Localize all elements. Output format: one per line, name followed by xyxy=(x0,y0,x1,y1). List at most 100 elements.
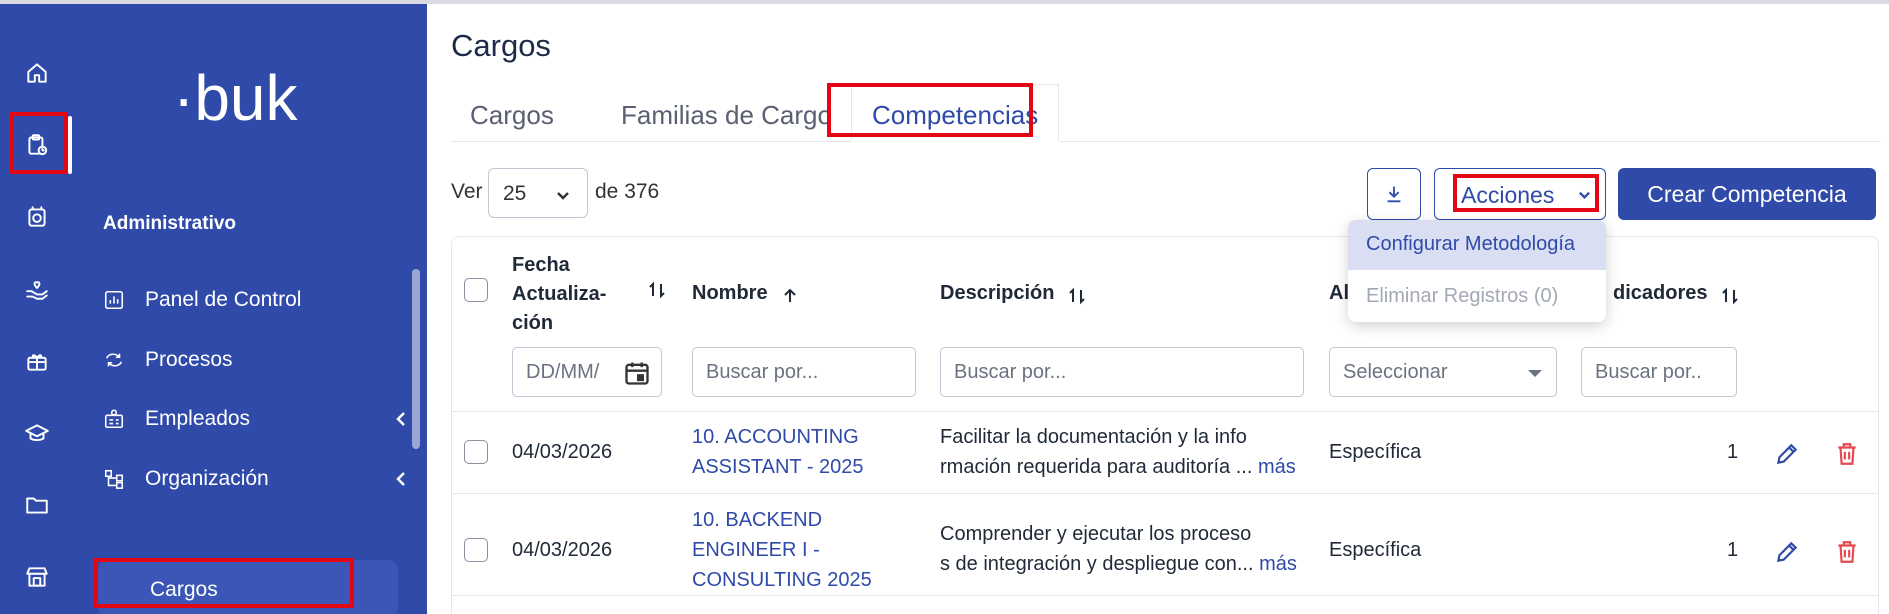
tab-bar: Cargos Familias de Cargo Competencias xyxy=(451,84,1881,142)
employees-icon xyxy=(104,409,124,429)
buk-logo: ·buk· xyxy=(173,68,303,134)
row-divider xyxy=(452,411,1878,412)
row-checkbox[interactable] xyxy=(464,440,488,464)
alcance-filter-placeholder: Seleccionar xyxy=(1343,361,1448,383)
safe-icon[interactable] xyxy=(18,198,56,236)
tab-familias-de-cargo[interactable]: Familias de Cargo xyxy=(621,100,832,131)
row-descripcion: Facilitar la documentación y la info rma… xyxy=(940,422,1296,482)
folder-icon[interactable] xyxy=(18,486,56,524)
select-all-checkbox[interactable] xyxy=(464,278,488,302)
row-descripcion-line1: Comprender y ejecutar los proceso xyxy=(940,523,1252,545)
gift-icon[interactable] xyxy=(18,342,56,380)
sidebar: ·buk· Administrativo Panel de Control Pr… xyxy=(73,4,427,614)
header-nombre[interactable]: Nombre xyxy=(692,279,799,308)
header-fecha-line2: Actualiza- xyxy=(512,283,607,305)
row-alcance: Específica xyxy=(1329,539,1422,561)
row-descripcion-line1: Facilitar la documentación y la info xyxy=(940,426,1247,448)
row-nombre-line1: 10. BACKEND xyxy=(692,509,823,531)
tab-cargos[interactable]: Cargos xyxy=(470,100,554,131)
page-title: Cargos xyxy=(451,28,551,63)
section-title: Administrativo xyxy=(103,213,237,234)
store-icon[interactable] xyxy=(18,558,56,596)
nav-label: Empleados xyxy=(145,407,251,430)
hand-heart-icon[interactable] xyxy=(18,270,56,308)
more-link[interactable]: más xyxy=(1258,456,1296,478)
sort-icon xyxy=(1068,285,1086,305)
indicadores-filter-input[interactable]: Buscar por.. xyxy=(1581,347,1737,397)
header-fecha-line1: Fecha xyxy=(512,254,570,276)
nombre-filter-input[interactable]: Buscar por... xyxy=(692,347,916,397)
competencias-table: Fecha Actualiza- ción Nombre Descripción… xyxy=(451,236,1879,614)
menu-item-eliminar-registros: Eliminar Registros (0) xyxy=(1348,272,1606,322)
sort-icon[interactable] xyxy=(648,281,666,299)
chevron-left-icon xyxy=(396,412,405,426)
row-descripcion: Comprender y ejecutar los proceso s de i… xyxy=(940,519,1297,579)
row-divider xyxy=(452,595,1878,596)
indicadores-filter-placeholder: Buscar por.. xyxy=(1595,361,1702,383)
row-nombre-line2: ENGINEER I - xyxy=(692,539,820,561)
org-chart-icon xyxy=(104,469,124,489)
clipboard-clock-icon[interactable] xyxy=(18,126,56,164)
delete-icon[interactable] xyxy=(1834,539,1860,565)
fecha-filter-input[interactable]: DD/MM/ xyxy=(512,347,662,397)
header-fecha[interactable]: Fecha Actualiza- ción xyxy=(512,251,606,338)
header-indicadores[interactable]: dicadores xyxy=(1613,279,1739,308)
menu-item-configurar-metodologia[interactable]: Configurar Metodología xyxy=(1348,220,1606,270)
actions-label: Acciones xyxy=(1461,182,1555,208)
tab-competencias[interactable]: Competencias xyxy=(872,100,1038,131)
edit-icon[interactable] xyxy=(1774,539,1800,565)
graduation-cap-icon[interactable] xyxy=(18,414,56,452)
nav-item-organizacion[interactable]: Organización xyxy=(103,462,405,496)
chevron-left-icon xyxy=(396,472,405,486)
row-indicadores: 1 xyxy=(1727,441,1739,463)
chevron-down-icon xyxy=(1578,191,1591,200)
nav-label: Organización xyxy=(145,467,269,490)
nav-item-panel-de-control[interactable]: Panel de Control xyxy=(103,283,301,317)
fecha-filter-placeholder: DD/MM/ xyxy=(526,361,600,383)
home-icon[interactable] xyxy=(18,54,56,92)
rail-active-indicator xyxy=(68,116,72,174)
header-descripcion-label: Descripción xyxy=(940,282,1055,304)
sort-icon xyxy=(1721,285,1739,305)
actions-dropdown-menu: Configurar Metodología Eliminar Registro… xyxy=(1348,220,1606,322)
row-checkbox[interactable] xyxy=(464,538,488,562)
delete-icon[interactable] xyxy=(1834,441,1860,467)
header-nombre-label: Nombre xyxy=(692,282,768,304)
row-descripcion-line2: rmación requerida para auditoría ... xyxy=(940,456,1253,478)
sort-asc-icon xyxy=(781,285,799,303)
alcance-filter-select[interactable]: Seleccionar xyxy=(1329,347,1557,397)
actions-button[interactable]: Acciones xyxy=(1434,168,1606,220)
download-button[interactable] xyxy=(1367,168,1421,220)
nav-item-procesos[interactable]: Procesos xyxy=(103,343,233,377)
page-size-value: 25 xyxy=(503,182,527,205)
caret-down-icon xyxy=(1528,370,1542,377)
more-link[interactable]: más xyxy=(1259,553,1297,575)
row-nombre-line1: 10. ACCOUNTING xyxy=(692,426,859,448)
logo-text: ·buk· xyxy=(173,68,303,134)
subnav-item-cargos[interactable]: Cargos xyxy=(98,560,398,614)
header-descripcion[interactable]: Descripción xyxy=(940,279,1086,308)
row-fecha: 04/03/2026 xyxy=(512,539,613,561)
row-nombre-link[interactable]: 10. BACKEND ENGINEER I - CONSULTING 2025 xyxy=(692,505,872,595)
header-indicadores-label: dicadores xyxy=(1613,282,1708,304)
row-nombre-line3: CONSULTING 2025 xyxy=(692,569,872,591)
header-alcance[interactable]: Al xyxy=(1329,279,1349,308)
edit-icon[interactable] xyxy=(1774,441,1800,467)
page-size-select[interactable]: 25 xyxy=(488,168,588,218)
nombre-filter-placeholder: Buscar por... xyxy=(706,361,819,383)
descripcion-filter-input[interactable]: Buscar por... xyxy=(940,347,1304,397)
row-divider xyxy=(452,493,1878,494)
menu-item-label: Configurar Metodología xyxy=(1366,233,1576,255)
row-descripcion-line2: s de integración y despliegue con... xyxy=(940,553,1254,575)
create-competencia-button[interactable]: Crear Competencia xyxy=(1618,168,1876,220)
sidebar-scrollbar[interactable] xyxy=(412,269,420,449)
calendar-icon[interactable] xyxy=(623,359,651,387)
nav-item-empleados[interactable]: Empleados xyxy=(103,402,405,436)
chevron-down-icon xyxy=(557,192,569,200)
main-content: Cargos Cargos Familias de Cargo Competen… xyxy=(427,4,1889,614)
page-size-label: Ver xyxy=(451,180,483,203)
menu-item-label: Eliminar Registros (0) xyxy=(1366,285,1559,307)
icon-rail xyxy=(0,4,73,614)
row-fecha: 04/03/2026 xyxy=(512,441,613,463)
row-nombre-link[interactable]: 10. ACCOUNTING ASSISTANT - 2025 xyxy=(692,422,864,482)
